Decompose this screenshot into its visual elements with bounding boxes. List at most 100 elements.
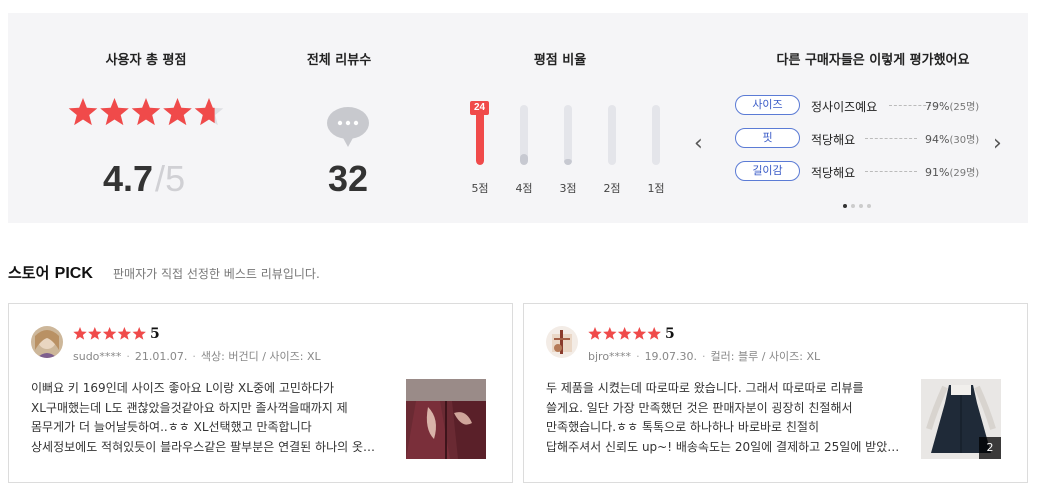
rating-bar-track — [520, 105, 528, 165]
star-filled-icon — [603, 327, 617, 340]
photo-count-badge: 2 — [979, 437, 1001, 459]
review-options: 색상: 버건디 / 사이즈: XL — [200, 350, 321, 363]
rating-bar: 3점 — [551, 103, 585, 198]
review-text: 두 제품을 시켰는데 따로따로 왔습니다. 그래서 따로따로 리뷰를 쓸게요. … — [546, 379, 901, 457]
store-pick-title-ko: 스토어 — [8, 264, 50, 282]
pager-dot[interactable] — [843, 204, 847, 208]
fit-percent-value: 91% — [925, 166, 950, 179]
review-date: 21.01.07. — [134, 350, 188, 363]
fit-dotted-leader — [865, 138, 917, 139]
fit-percent-value: 94% — [925, 133, 950, 146]
fit-survey-row: 사이즈 정사이즈예요 79%(25명) — [735, 95, 995, 115]
star-filled-icon — [117, 327, 132, 340]
average-score: 4.7/5 — [103, 158, 185, 200]
star-filled-icon — [100, 98, 129, 126]
review-text-line: XL구매했는데 L도 괜찮았을것같아요 하지만 졸사꺽을때까지 제 — [31, 400, 348, 415]
rating-bar-fill — [520, 154, 528, 165]
fit-value: 적당해요 — [811, 166, 856, 180]
pager-dot[interactable] — [851, 204, 855, 208]
rating-bar-track — [652, 105, 660, 165]
star-filled-icon — [88, 327, 102, 340]
rating-bar-label: 1점 — [647, 182, 665, 195]
review-card[interactable]: 5 sudo**** · 21.01.07. · 색상: 버건디 / 사이즈: XL 이… — [8, 303, 513, 483]
review-text-line: 몸무게가 더 늘어날듯하여..ㅎㅎ XL선택했고 만족합니다 — [31, 420, 312, 434]
store-pick-subtitle: 판매자가 직접 선정한 베스트 리뷰입니다. — [113, 267, 320, 281]
star-filled-icon — [73, 327, 87, 340]
fit-dotted-leader — [865, 171, 917, 172]
rating-bar-count-badge: 24 — [470, 101, 489, 115]
avatar — [31, 326, 63, 358]
review-text-line: 쓸게요. 일단 가장 만족했던 것은 판매자분이 굉장히 친절해서 — [546, 400, 853, 415]
star-filled-icon — [588, 327, 602, 340]
fit-percent: 79%(25명) — [925, 98, 979, 113]
review-text-line: 상세정보에도 적혀있듯이 블라우스같은 팔부분은 연결된 하나의 옷입니다 — [31, 439, 386, 454]
speech-bubble-icon — [327, 107, 369, 147]
fit-respondent-count: (25명) — [949, 102, 980, 113]
store-pick-title-en: PICK — [54, 265, 93, 282]
review-text-line: 답해주셔서 신뢰도 up~! 배송속도는 20일에 결제하고 25일에 받았습니… — [546, 439, 901, 454]
fit-respondent-count: (30명) — [949, 135, 980, 146]
rating-stars-icon — [68, 98, 224, 126]
review-stars-icon — [588, 327, 661, 340]
rating-bar-fill — [564, 159, 572, 165]
review-user: bjro**** — [588, 350, 632, 363]
avg-rating-title: 사용자 총 평점 — [105, 53, 187, 68]
rating-bar: 4점 — [507, 103, 541, 198]
star-filled-icon — [647, 327, 661, 340]
fit-respondent-count: (29명) — [949, 168, 980, 179]
review-photo[interactable] — [406, 379, 486, 459]
fit-tag: 사이즈 — [735, 95, 800, 115]
fit-percent: 91%(29명) — [925, 164, 979, 179]
average-score-max: 5 — [165, 158, 186, 199]
fit-survey-row: 길이감 적당해요 91%(29명) — [735, 161, 995, 181]
review-text-line: 두 제품을 시켰는데 따로따로 왔습니다. 그래서 따로따로 리뷰를 — [546, 381, 864, 395]
review-user: sudo**** — [73, 350, 122, 363]
star-filled-icon — [131, 98, 161, 126]
review-meta: sudo**** · 21.01.07. · 색상: 버건디 / 사이즈: XL — [73, 350, 321, 363]
review-count-value: 32 — [327, 158, 369, 199]
review-options: 컬러: 블루 / 사이즈: XL — [710, 350, 821, 363]
review-date: 19.07.30. — [644, 350, 698, 363]
fit-value: 정사이즈예요 — [811, 100, 878, 114]
fit-survey-pager[interactable] — [843, 204, 883, 210]
rating-bar-label: 2점 — [603, 182, 621, 195]
star-filled-icon — [102, 327, 117, 340]
rating-bar-label: 4점 — [515, 182, 533, 195]
fit-survey-row: 핏 적당해요 94%(30명) — [735, 128, 995, 148]
rating-bar: 2점 — [595, 103, 629, 198]
star-filled-icon — [163, 98, 192, 126]
rating-bar: 24 5점 — [463, 101, 497, 198]
average-score-value: 4.7 — [103, 158, 154, 199]
review-card[interactable]: 5 bjro**** · 19.07.30. · 컬러: 블루 / 사이즈: XL 두 … — [523, 303, 1028, 483]
fit-tag: 핏 — [735, 128, 800, 148]
avatar — [546, 326, 578, 358]
star-filled-icon — [132, 327, 146, 340]
fit-value: 적당해요 — [811, 133, 856, 147]
review-stars-icon — [73, 327, 146, 340]
rating-ratio-title: 평점 비율 — [533, 53, 587, 68]
rating-summary-panel: 사용자 총 평점 전체 리뷰수 평점 비율 다른 구매자들은 이렇게 평가했어요… — [8, 13, 1028, 223]
fit-percent-value: 79% — [925, 100, 950, 113]
review-count-title: 전체 리뷰수 — [306, 53, 372, 68]
rating-bar-track — [608, 105, 616, 165]
review-text-line: 만족했습니다.ㅎㅎ 톡톡으로 하나하나 바로바로 친절히 — [546, 420, 819, 434]
average-score-separator: / — [155, 158, 166, 199]
fit-percent: 94%(30명) — [925, 131, 979, 146]
review-text: 이뻐요 키 169인데 사이즈 좋아요 L이랑 XL중에 고민하다가 XL구매했… — [31, 379, 386, 457]
review-photo[interactable]: 2 — [921, 379, 1001, 459]
rating-bar: 1점 — [639, 103, 673, 198]
pager-dot[interactable] — [867, 204, 871, 208]
rating-ratio-bars: 24 5점 4점 3점 2점 1점 — [463, 101, 673, 203]
rating-bar-track — [564, 105, 572, 165]
star-filled-icon — [632, 327, 647, 340]
review-score: 5 — [665, 326, 675, 342]
fit-tag: 길이감 — [735, 161, 800, 181]
review-meta: bjro**** · 19.07.30. · 컬러: 블루 / 사이즈: XL — [588, 350, 821, 363]
pager-dot[interactable] — [859, 204, 863, 208]
rating-bar-label: 5점 — [471, 182, 489, 195]
star-filled-icon — [617, 327, 632, 340]
store-pick-title: 스토어 PICK — [8, 262, 93, 283]
chevron-left-icon[interactable]: ‹ — [694, 133, 703, 155]
review-text-line: 이뻐요 키 169인데 사이즈 좋아요 L이랑 XL중에 고민하다가 — [31, 381, 335, 395]
rating-bar-label: 3점 — [559, 182, 577, 195]
